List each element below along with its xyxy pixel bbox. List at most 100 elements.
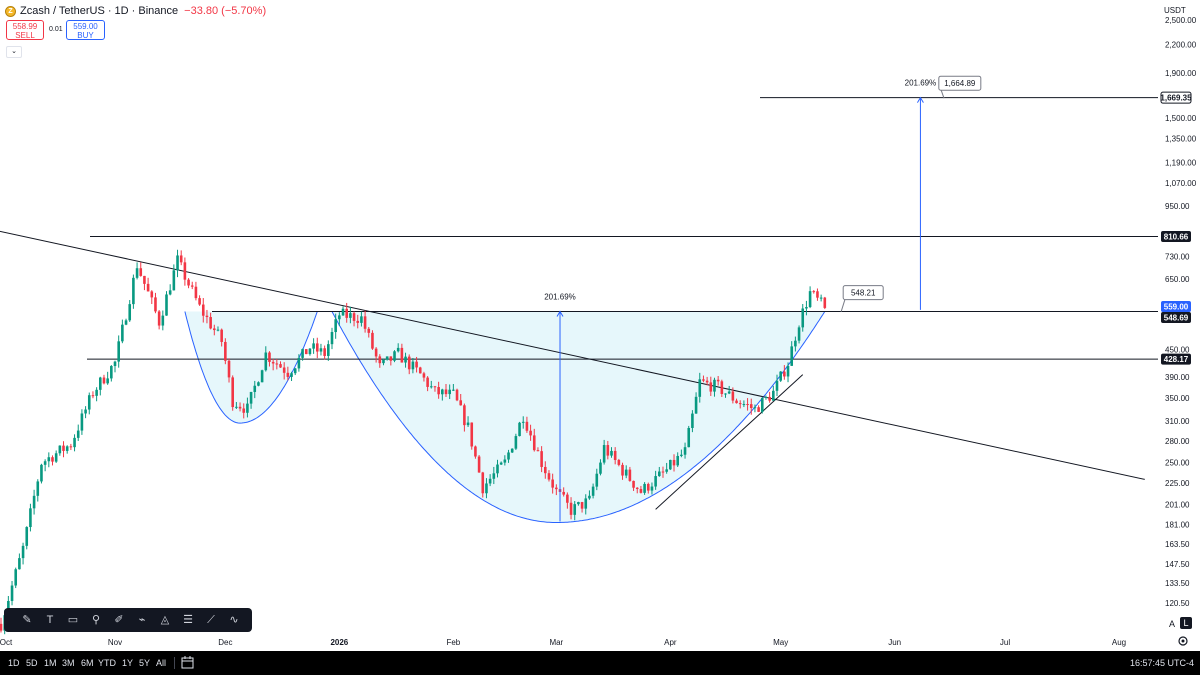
candle bbox=[367, 328, 371, 333]
candle bbox=[216, 329, 220, 331]
timeframe-button[interactable]: YTD bbox=[98, 658, 116, 668]
y-tick-label: 181.00 bbox=[1165, 521, 1190, 530]
timeframe-button[interactable]: 6M bbox=[81, 658, 94, 668]
auto-scale-button[interactable]: A bbox=[1169, 619, 1175, 629]
candle bbox=[797, 327, 801, 341]
candle bbox=[547, 473, 551, 480]
candle bbox=[680, 454, 683, 456]
timeframe-button[interactable]: 1Y bbox=[122, 658, 133, 668]
y-tick-label: 225.00 bbox=[1165, 479, 1190, 488]
candle bbox=[709, 382, 713, 392]
candle bbox=[779, 371, 782, 381]
y-tick-label: 2,500.00 bbox=[1165, 16, 1197, 25]
price-label-text: 1,669.35 bbox=[1160, 94, 1192, 103]
y-tick-label: 390.00 bbox=[1165, 373, 1190, 382]
candle bbox=[275, 363, 279, 365]
y-tick-label: 310.00 bbox=[1165, 417, 1190, 426]
candle bbox=[617, 460, 621, 465]
candle bbox=[87, 395, 91, 410]
x-tick-label: Apr bbox=[664, 638, 677, 647]
candle bbox=[198, 298, 201, 305]
y-tick-label: 1,900.00 bbox=[1165, 69, 1197, 78]
pin-icon[interactable]: ⚲ bbox=[87, 611, 105, 629]
candle bbox=[290, 373, 293, 377]
candle bbox=[426, 377, 429, 387]
timeframe-button[interactable]: 1D bbox=[8, 658, 20, 668]
candle bbox=[794, 340, 797, 347]
candle bbox=[749, 404, 753, 409]
candle bbox=[496, 464, 499, 474]
candle bbox=[823, 297, 827, 308]
candle bbox=[646, 483, 650, 491]
candle bbox=[477, 456, 481, 473]
candle bbox=[76, 430, 80, 438]
timeframe-button[interactable]: 5Y bbox=[139, 658, 150, 668]
brush-icon[interactable]: ✐ bbox=[110, 611, 128, 629]
candle bbox=[805, 307, 808, 309]
candle bbox=[746, 404, 749, 406]
timeframe-button[interactable]: All bbox=[156, 658, 166, 668]
candle bbox=[91, 395, 95, 397]
price-label-text: 428.17 bbox=[1164, 355, 1189, 364]
price-chart[interactable]: 2,500.00 2,200.00 1,900.00 1,500.00 1,350.00… bbox=[0, 0, 1200, 651]
candle bbox=[816, 291, 819, 298]
draw-icon[interactable]: ✎ bbox=[18, 611, 36, 629]
y-tick-label: 950.00 bbox=[1165, 202, 1190, 211]
candle bbox=[396, 347, 400, 352]
log-scale-button[interactable]: L bbox=[1180, 617, 1192, 629]
candle bbox=[474, 446, 477, 457]
y-tick-label: 450.00 bbox=[1165, 346, 1190, 355]
candle bbox=[812, 291, 816, 293]
candle bbox=[455, 389, 459, 401]
candle bbox=[415, 361, 418, 368]
candle bbox=[632, 480, 635, 488]
candle bbox=[268, 352, 271, 362]
candle bbox=[775, 380, 779, 391]
y-tick-label: 163.50 bbox=[1165, 540, 1190, 549]
candle bbox=[661, 471, 665, 473]
candle bbox=[179, 255, 183, 263]
gear-icon[interactable] bbox=[1177, 635, 1189, 649]
candle bbox=[551, 479, 554, 488]
fib-icon[interactable]: ◬ bbox=[156, 611, 174, 629]
candle bbox=[510, 448, 514, 453]
candle bbox=[62, 445, 65, 451]
x-tick-label: Jul bbox=[1000, 638, 1010, 647]
y-tick-label: 1,190.00 bbox=[1165, 159, 1197, 168]
candle bbox=[374, 348, 378, 357]
candle bbox=[577, 502, 580, 505]
candle bbox=[466, 422, 470, 426]
candle bbox=[760, 397, 764, 412]
candle bbox=[304, 349, 308, 355]
candle bbox=[772, 390, 775, 401]
candle bbox=[201, 304, 205, 316]
candle bbox=[154, 297, 157, 312]
candle bbox=[29, 508, 32, 528]
price-label-text: 548.69 bbox=[1164, 314, 1189, 323]
candle bbox=[573, 504, 577, 515]
minus-icon[interactable]: ∿ bbox=[225, 611, 243, 629]
candle bbox=[315, 343, 319, 352]
timeframe-button[interactable]: 5D bbox=[26, 658, 38, 668]
timeframe-button[interactable]: 1M bbox=[44, 658, 57, 668]
text-icon[interactable]: T bbox=[41, 611, 59, 629]
y-tick-label: 730.00 bbox=[1165, 253, 1190, 262]
candle bbox=[102, 377, 106, 384]
candle bbox=[58, 445, 62, 454]
candle bbox=[363, 316, 367, 329]
candle bbox=[819, 297, 823, 299]
candle bbox=[260, 370, 264, 383]
line-icon[interactable]: ☰ bbox=[179, 611, 197, 629]
candle bbox=[536, 450, 540, 452]
candle bbox=[95, 389, 98, 396]
clock[interactable]: 16:57:45 UTC-4 bbox=[1130, 658, 1194, 668]
path-icon[interactable]: ⟋ bbox=[202, 611, 220, 629]
timeframe-button[interactable]: 3M bbox=[62, 658, 75, 668]
candle bbox=[135, 268, 139, 278]
calendar-icon[interactable] bbox=[181, 656, 195, 674]
comment-icon[interactable]: ▭ bbox=[64, 611, 82, 629]
candle bbox=[525, 421, 529, 431]
candle bbox=[128, 304, 132, 321]
candle bbox=[628, 469, 632, 481]
highlighter-icon[interactable]: ⌁ bbox=[133, 611, 151, 629]
